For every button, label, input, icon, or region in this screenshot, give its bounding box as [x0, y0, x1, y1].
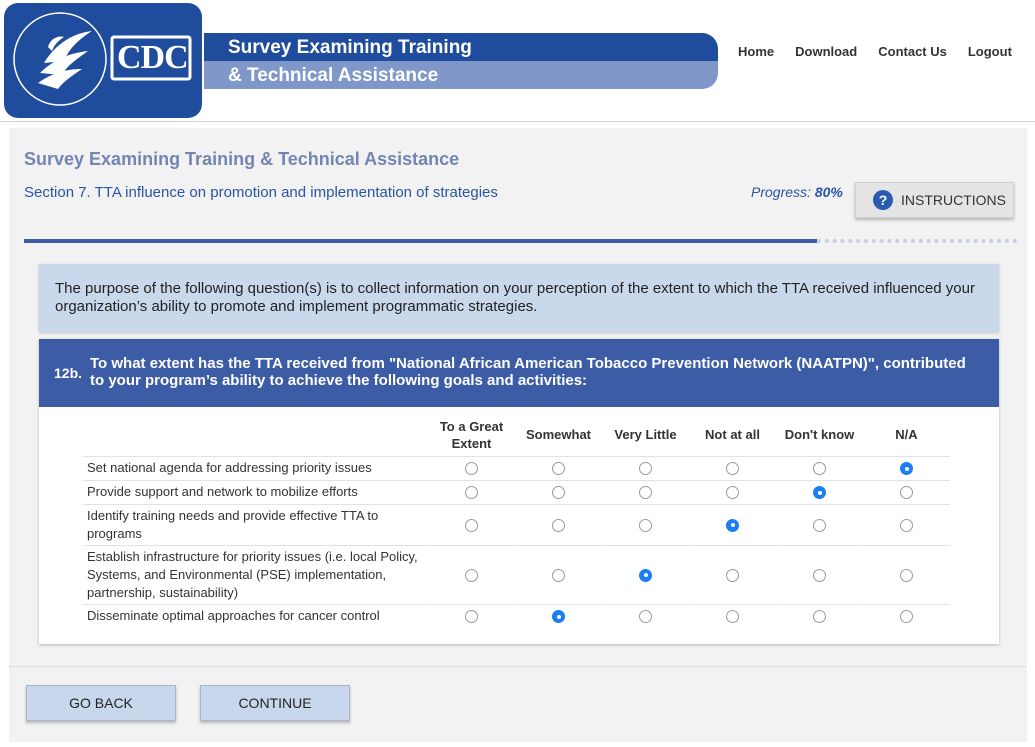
table-row: Provide support and network to mobilize …: [83, 479, 950, 504]
radio-option[interactable]: [639, 518, 652, 532]
radio-option[interactable]: [813, 518, 826, 532]
column-header: To a Great Extent: [439, 418, 504, 451]
section-title: Section 7. TTA influence on promotion an…: [24, 184, 498, 201]
nav-logout-link[interactable]: Logout: [968, 44, 1012, 59]
top-nav: Home Download Contact Us Logout: [738, 44, 1033, 59]
radio-option[interactable]: [900, 568, 914, 582]
radio-option[interactable]: [813, 610, 826, 624]
radio-option[interactable]: [726, 486, 739, 500]
radio-option[interactable]: [726, 462, 739, 476]
site-banner: Survey Examining Training & Technical As…: [204, 33, 718, 89]
radio-option[interactable]: [639, 568, 652, 582]
banner-title-line2: & Technical Assistance: [228, 65, 439, 86]
instructions-button[interactable]: ? INSTRUCTIONS: [855, 182, 1014, 218]
nav-contact-link[interactable]: Contact Us: [878, 44, 947, 59]
radio-option[interactable]: [552, 610, 565, 624]
go-back-button[interactable]: GO BACK: [26, 685, 176, 721]
purpose-text: The purpose of the following question(s)…: [55, 280, 975, 315]
progress-indicator: Progress: 80%: [751, 184, 843, 200]
progress-value: 80%: [814, 184, 843, 200]
radio-option[interactable]: [639, 486, 652, 500]
progress-label: Progress:: [751, 184, 811, 200]
nav-download-link[interactable]: Download: [795, 44, 857, 59]
progress-bar-remaining: [817, 239, 1017, 243]
page-title: Survey Examining Training & Technical As…: [24, 149, 460, 169]
question-card: 12b. To what extent has the TTA received…: [39, 339, 999, 644]
question-number: 12b.: [54, 365, 83, 381]
site-header: CDC Survey Examining Training & Technica…: [0, 0, 1035, 122]
question-circle-icon: ?: [873, 190, 893, 210]
radio-option[interactable]: [726, 610, 739, 624]
instructions-label: INSTRUCTIONS: [901, 192, 1006, 208]
radio-option[interactable]: [639, 610, 652, 624]
radio-option[interactable]: [813, 568, 826, 582]
radio-option[interactable]: [552, 486, 565, 500]
row-label: Establish infrastructure for priority is…: [83, 544, 428, 604]
radio-option[interactable]: [552, 568, 565, 582]
table-row: Disseminate optimal approaches for cance…: [83, 603, 950, 628]
column-header: Somewhat: [525, 427, 591, 443]
question-header: 12b. To what extent has the TTA received…: [39, 339, 999, 407]
radio-option[interactable]: [900, 462, 914, 476]
cdc-logo-text: CDC: [117, 39, 189, 76]
progress-bar-fill: [24, 239, 817, 243]
radio-option[interactable]: [465, 518, 478, 532]
radio-option[interactable]: [465, 486, 478, 500]
nav-home-link[interactable]: Home: [738, 44, 774, 59]
radio-option[interactable]: [726, 518, 739, 532]
footer-bar: GO BACK CONTINUE: [9, 666, 1027, 742]
radio-option[interactable]: [465, 568, 478, 582]
column-header: Don't know: [784, 427, 855, 443]
radio-option[interactable]: [726, 568, 739, 582]
column-header: Not at all: [705, 427, 760, 443]
radio-option[interactable]: [900, 518, 914, 532]
row-label: Set national agenda for addressing prior…: [83, 455, 428, 480]
main-content: Survey Examining Training & Technical As…: [9, 128, 1027, 666]
row-label: Identify training needs and provide effe…: [83, 503, 428, 545]
question-text: To what extent has the TTA received from…: [90, 355, 966, 389]
row-label: Provide support and network to mobilize …: [83, 479, 428, 504]
radio-option[interactable]: [552, 518, 565, 532]
table-row: Identify training needs and provide effe…: [83, 503, 950, 545]
column-header: N/A: [895, 427, 918, 443]
purpose-panel: The purpose of the following question(s)…: [39, 264, 999, 332]
radio-option[interactable]: [813, 462, 826, 476]
banner-title-line1: Survey Examining Training: [228, 37, 472, 58]
radio-option[interactable]: [900, 610, 914, 624]
response-grid: To a Great Extent Somewhat Very Little N…: [83, 414, 950, 628]
table-row: Establish infrastructure for priority is…: [83, 544, 950, 604]
column-header: Very Little: [614, 427, 677, 443]
table-row: Set national agenda for addressing prior…: [83, 455, 950, 480]
continue-button[interactable]: CONTINUE: [200, 685, 350, 721]
radio-option[interactable]: [639, 462, 652, 476]
radio-option[interactable]: [813, 486, 826, 500]
hhs-cdc-logo[interactable]: CDC: [4, 3, 202, 118]
radio-option[interactable]: [465, 462, 478, 476]
row-label: Disseminate optimal approaches for cance…: [83, 603, 428, 628]
radio-option[interactable]: [552, 462, 565, 476]
radio-option[interactable]: [465, 610, 478, 624]
radio-option[interactable]: [900, 486, 914, 500]
